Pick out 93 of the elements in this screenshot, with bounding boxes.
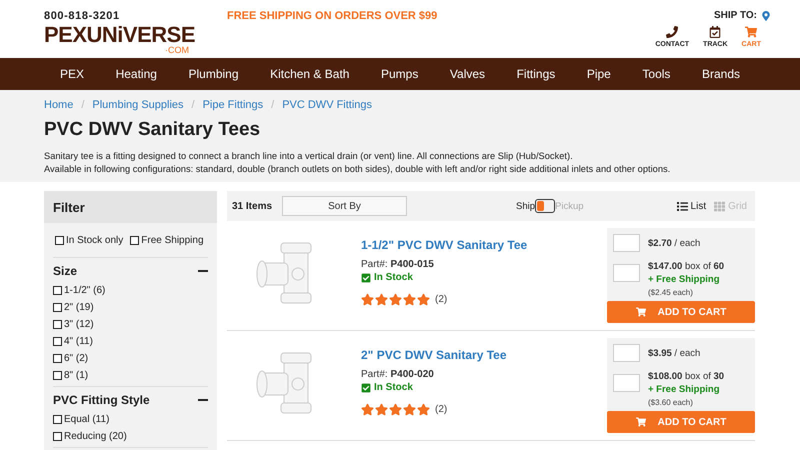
cart-icon (636, 417, 646, 427)
nav-item[interactable]: Fittings (516, 67, 556, 81)
nav-item[interactable]: Pipe (586, 67, 611, 81)
nav-item[interactable]: Brands (702, 67, 740, 81)
nav-item[interactable]: Tools (642, 67, 670, 81)
ship-pickup-toggle[interactable] (535, 199, 556, 213)
stock-status: In Stock (361, 272, 607, 283)
star-icon (389, 403, 402, 416)
cart-icon (636, 307, 646, 317)
review-count[interactable]: (2) (435, 404, 448, 415)
phone-icon (666, 26, 678, 38)
checkbox[interactable] (53, 286, 62, 295)
nav-item[interactable]: Pumps (381, 67, 418, 81)
grid-icon (714, 200, 726, 212)
checkbox[interactable] (53, 354, 62, 363)
phone-number: 800-818-3201 (44, 10, 120, 22)
list-icon (676, 200, 688, 212)
filter-title: Filter (44, 191, 217, 223)
star-icon (389, 293, 402, 306)
breadcrumb-link[interactable]: PVC DWV Fittings (282, 99, 372, 111)
checkbox[interactable] (130, 236, 140, 245)
star-icon (375, 293, 388, 306)
checkbox[interactable] (55, 236, 64, 245)
box-unit-price: ($2.45 each) (648, 288, 694, 297)
box-unit-price: ($3.60 each) (648, 398, 694, 407)
part-number: Part#: P400-020 (361, 369, 435, 380)
ship-label[interactable]: Ship (516, 200, 536, 212)
review-count[interactable]: (2) (435, 294, 448, 305)
filter-section-title: Size (53, 264, 78, 278)
filter-checkbox[interactable]: 3" (12) (53, 316, 208, 333)
free-shipping-note: + Free Shipping (648, 384, 721, 395)
checkbox[interactable] (53, 303, 62, 312)
filter-checkbox[interactable]: 2" (19) (53, 299, 208, 316)
quantity-field[interactable] (613, 374, 640, 392)
check-icon (361, 382, 371, 392)
free-shipping-note: + Free Shipping (648, 274, 721, 285)
product-name-link[interactable]: 2" PVC DWV Sanitary Tee (361, 348, 607, 362)
nav-item[interactable]: Valves (450, 67, 486, 81)
calendar-check-icon (709, 26, 722, 38)
filter-checkbox[interactable]: 6" (2) (53, 350, 208, 367)
cart-icon (745, 26, 758, 38)
nav-item[interactable]: Kitchen & Bath (270, 67, 350, 81)
box-price: $147.00 box of 60 (648, 261, 724, 272)
checkbox[interactable] (53, 415, 62, 424)
breadcrumb-link[interactable]: Plumbing Supplies (92, 99, 184, 111)
filter-checkbox[interactable]: Free Shipping (130, 232, 204, 249)
logo[interactable]: PEXUNiVERSE (44, 24, 195, 46)
unit-price: $2.70 / each (648, 238, 700, 248)
part-number: Part#: P400-015 (361, 259, 435, 270)
star-icon (361, 403, 374, 416)
star-icon (403, 403, 416, 416)
star-icon (417, 403, 430, 416)
nav-item[interactable]: PEX (60, 67, 84, 81)
quantity-field[interactable] (613, 264, 640, 282)
star-icon (361, 293, 374, 306)
page-title: PVC DWV Sanitary Tees (44, 119, 262, 141)
nav-item[interactable]: Plumbing (188, 67, 239, 81)
filter-checkbox[interactable]: 8" (1) (53, 367, 208, 384)
star-icon (403, 293, 416, 306)
product-name-link[interactable]: 1-1/2" PVC DWV Sanitary Tee (361, 238, 607, 252)
promo-text: FREE SHIPPING ON ORDERS OVER $99 (227, 10, 438, 22)
checkbox[interactable] (53, 371, 62, 380)
filter-checkbox[interactable]: In Stock only (55, 232, 124, 249)
box-price: $108.00 box of 30 (648, 371, 724, 382)
quantity-field[interactable] (613, 234, 640, 252)
breadcrumb-link[interactable]: Pipe Fittings (202, 99, 264, 111)
breadcrumb-separator: / (81, 99, 84, 111)
sort-dropdown[interactable]: Sort By (282, 196, 407, 216)
breadcrumb-separator: / (271, 99, 274, 111)
breadcrumb-link[interactable]: Home (44, 99, 74, 111)
location-pin-icon (761, 10, 771, 20)
filter-checkbox[interactable]: Reducing (20) (53, 428, 208, 445)
filter-checkbox[interactable]: 4" (11) (53, 333, 208, 350)
view-toggle[interactable]: List (676, 200, 706, 212)
logo-suffix: ·COM (165, 46, 189, 55)
stock-status: In Stock (361, 382, 607, 393)
description: Sanitary tee is a fitting designed to connect a branch line into a vertical drain (or vent) line. All connections are Slip (Hub/Socket). (44, 150, 574, 163)
quantity-field[interactable] (613, 344, 640, 362)
check-icon (361, 272, 371, 282)
nav-item[interactable]: Heating (116, 67, 157, 81)
item-count: 31 Items (232, 200, 274, 212)
checkbox[interactable] (53, 320, 62, 329)
description: Available in following configurations: standard, double (branch outlets on both sides), double with left and/or right side additional inlets and other options. (44, 163, 672, 176)
filter-section-title: PVC Fitting Style (53, 393, 150, 407)
star-icon (417, 293, 430, 306)
checkbox[interactable] (53, 337, 62, 346)
star-icon (375, 403, 388, 416)
filter-checkbox[interactable]: Equal (11) (53, 411, 208, 428)
ship-to-link[interactable]: SHIP TO: (714, 10, 771, 21)
checkbox[interactable] (53, 432, 62, 441)
filter-checkbox[interactable]: 1-1/2" (6) (53, 282, 208, 299)
breadcrumb-separator: / (192, 99, 195, 111)
unit-price: $3.95 / each (648, 348, 700, 358)
